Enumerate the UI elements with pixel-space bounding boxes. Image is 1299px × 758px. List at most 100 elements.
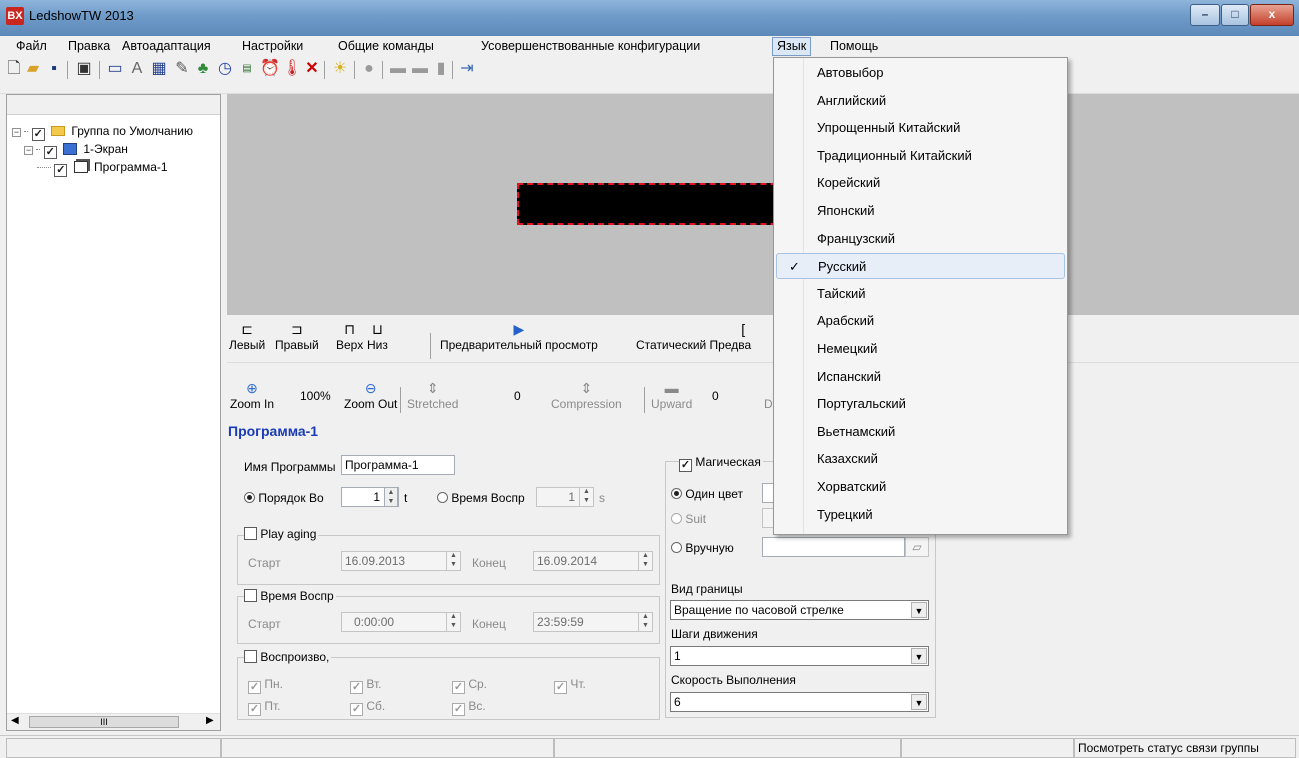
collapse-icon[interactable]: − <box>12 128 21 137</box>
scroll-thumb[interactable]: III <box>29 716 179 728</box>
close-button[interactable]: x <box>1250 4 1294 26</box>
time-start-input[interactable]: 0:00:00 <box>341 612 461 632</box>
align-right-button[interactable]: ⊐ Правый <box>275 320 319 352</box>
screen-checkbox[interactable]: ✓ <box>43 146 57 159</box>
language-option[interactable]: Английский <box>776 88 1065 114</box>
language-option[interactable]: Испанский <box>776 364 1065 390</box>
language-option[interactable]: Корейский <box>776 170 1065 196</box>
play-order-option[interactable]: Порядок Во <box>244 491 324 505</box>
language-option[interactable]: Традиционный Китайский <box>776 143 1065 169</box>
aging-end-input[interactable]: 16.09.2014 <box>533 551 653 571</box>
group-checkbox[interactable]: ✓ <box>31 128 45 141</box>
tree-item-program[interactable]: ✓ Программа-1 <box>37 159 168 177</box>
suit-option[interactable]: Suit <box>671 512 706 526</box>
scroll-right-icon[interactable]: ▶ <box>206 715 214 726</box>
day-mon[interactable]: ✓ Пн. <box>248 677 283 694</box>
stop-icon[interactable]: ● <box>360 60 378 78</box>
align-top-button[interactable]: ⊓ Верх <box>336 320 363 352</box>
static-preview-button[interactable]: [Статический Предва <box>636 320 751 352</box>
language-option[interactable]: Немецкий <box>776 336 1065 362</box>
language-option[interactable]: Казахский <box>776 446 1065 472</box>
suit-radio[interactable] <box>671 513 682 524</box>
delete-icon[interactable]: ✕ <box>303 60 321 78</box>
manual-radio[interactable] <box>671 542 682 553</box>
temperature-icon[interactable]: 🌡 <box>282 60 302 78</box>
menu-auto-adapt[interactable]: Автоадаптация <box>118 38 215 55</box>
language-option[interactable]: Французский <box>776 226 1065 252</box>
menu-settings[interactable]: Настройки <box>238 38 307 55</box>
language-option[interactable]: Португальский <box>776 391 1065 417</box>
playback-toggle[interactable]: Воспроизво, <box>244 650 332 664</box>
compression-button[interactable]: ⇕ Compression <box>551 379 622 411</box>
maximize-button[interactable]: □ <box>1221 4 1249 26</box>
order-spinner-icon[interactable]: ▲ ▼ <box>384 487 398 507</box>
order-radio[interactable] <box>244 492 255 503</box>
language-option[interactable]: Тайский <box>776 281 1065 307</box>
day-sun[interactable]: ✓ Вс. <box>452 699 486 716</box>
animation-icon[interactable]: ♣ <box>194 60 212 78</box>
time-end-spinner-icon[interactable]: ▲ ▼ <box>638 612 652 632</box>
text-icon[interactable]: A <box>128 60 146 78</box>
single-color-option[interactable]: Один цвет <box>671 487 743 501</box>
date-time-icon[interactable]: ▤ <box>238 60 256 78</box>
magic-border-checkbox[interactable]: ✓ <box>679 459 692 472</box>
play-time-toggle[interactable]: Время Воспр <box>244 589 336 603</box>
speed-select[interactable]: 6 ▼ <box>670 692 929 712</box>
language-option[interactable]: Вьетнамский <box>776 419 1065 445</box>
day-thu[interactable]: ✓ Чт. <box>554 677 586 694</box>
manual-file-input[interactable] <box>762 537 905 557</box>
clock-icon[interactable]: ◷ <box>216 60 234 78</box>
browse-folder-icon[interactable]: ▱ <box>905 537 929 557</box>
manual-option[interactable]: Вручную <box>671 541 734 555</box>
open-folder-icon[interactable]: ▰ <box>24 60 42 78</box>
time-start-spinner-icon[interactable]: ▲ ▼ <box>446 612 460 632</box>
save-icon[interactable]: ▪ <box>45 60 63 78</box>
tree-item-group[interactable]: − ✓ Группа по Умолчанию <box>12 123 193 141</box>
aging-start-spinner-icon[interactable]: ▲ ▼ <box>446 551 460 571</box>
menu-advanced-config[interactable]: Усовершенствованные конфигурации <box>477 38 704 55</box>
down-button[interactable]: D <box>764 397 773 411</box>
menu-edit[interactable]: Правка <box>64 38 114 55</box>
light-icon[interactable]: ☀ <box>331 60 349 78</box>
program-checkbox[interactable]: ✓ <box>54 164 68 177</box>
program-name-input[interactable]: Программа-1 <box>341 455 455 475</box>
play-time-checkbox[interactable] <box>244 589 257 602</box>
play-time-option[interactable]: Время Воспр <box>437 491 525 505</box>
single-color-radio[interactable] <box>671 488 682 499</box>
send-icon[interactable]: ▬ <box>389 60 407 78</box>
new-file-icon[interactable]: 🗋 <box>5 60 23 78</box>
tree-item-screen[interactable]: − ✓ 1-Экран <box>24 141 128 159</box>
counter-icon[interactable]: ⏰ <box>260 60 280 78</box>
day-fri[interactable]: ✓ Пт. <box>248 699 280 716</box>
language-option[interactable]: ✓ Русский <box>776 253 1065 280</box>
exit-icon[interactable]: ⇥ <box>458 60 476 78</box>
align-left-button[interactable]: ⊏ Левый <box>229 320 265 352</box>
preview-button[interactable]: ▶ Предварительный просмотр <box>440 320 598 352</box>
day-tue[interactable]: ✓ Вт. <box>350 677 381 694</box>
language-option[interactable]: Упрощенный Китайский <box>776 115 1065 141</box>
play-aging-toggle[interactable]: Play aging <box>244 527 319 541</box>
day-sat[interactable]: ✓ Сб. <box>350 699 385 716</box>
upward-button[interactable]: ▬ Upward <box>651 379 692 411</box>
table-icon[interactable]: ▦ <box>150 60 168 78</box>
collapse-icon[interactable]: − <box>24 146 33 155</box>
day-wed[interactable]: ✓ Ср. <box>452 677 487 694</box>
edit-icon[interactable]: ✎ <box>173 60 191 78</box>
menu-common-commands[interactable]: Общие команды <box>334 38 438 55</box>
led-screen-preview[interactable] <box>517 183 807 225</box>
menu-language[interactable]: Язык <box>772 37 812 56</box>
scroll-left-icon[interactable]: ◀ <box>11 715 19 726</box>
playback-checkbox[interactable] <box>244 650 257 663</box>
language-option[interactable]: Турецкий <box>776 502 1065 528</box>
language-option[interactable]: Японский <box>776 198 1065 224</box>
aging-start-input[interactable]: 16.09.2013 <box>341 551 461 571</box>
menu-help[interactable]: Помощь <box>826 38 882 55</box>
tree-scrollbar[interactable]: ◀ III ▶ <box>7 713 220 730</box>
time-spinner-icon[interactable]: ▲ ▼ <box>579 487 593 507</box>
menu-file[interactable]: Файл <box>12 38 51 55</box>
time-end-input[interactable]: 23:59:59 <box>533 612 653 632</box>
zoom-out-button[interactable]: ⊖ Zoom Out <box>344 379 397 411</box>
language-option[interactable]: Автовыбор <box>776 60 1065 86</box>
steps-select[interactable]: 1 ▼ <box>670 646 929 666</box>
magic-border-toggle[interactable]: ✓ Магическая <box>679 455 763 472</box>
